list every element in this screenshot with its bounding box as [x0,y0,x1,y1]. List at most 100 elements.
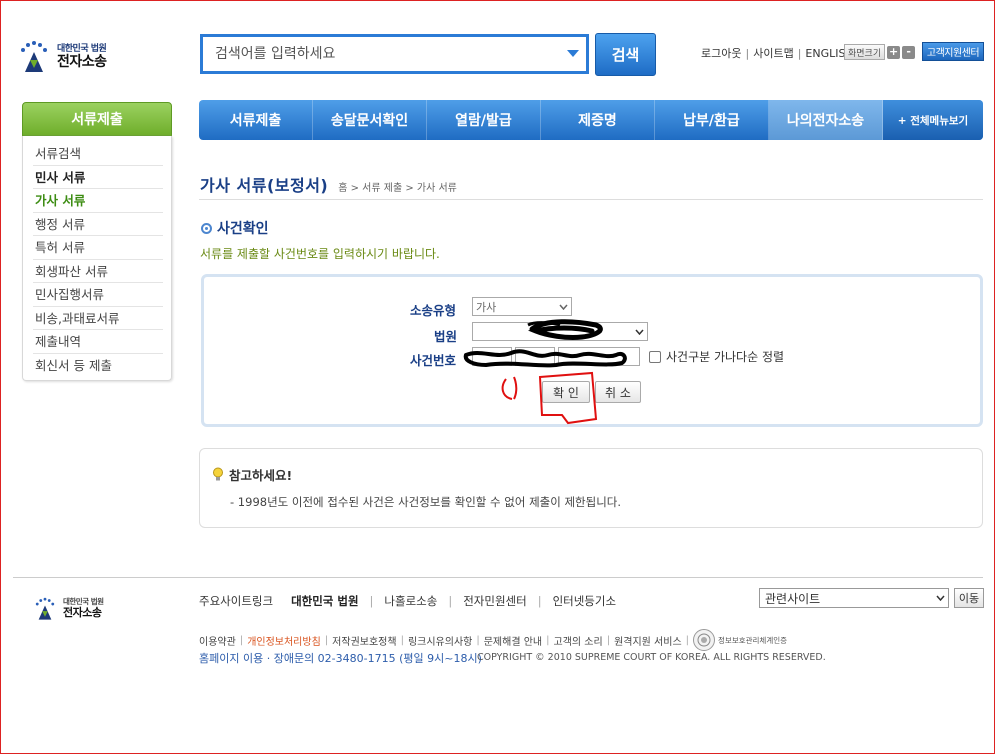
sidebar-item-submission-history[interactable]: 제출내역 [33,330,163,354]
sidebar-menu: 서류검색 민사 서류 가사 서류 행정 서류 특허 서류 회생파산 서류 민사집… [22,136,172,381]
confirm-button[interactable]: 확 인 [542,381,590,403]
sort-checkbox-label: 사건구분 가나다순 정렬 [666,350,785,364]
certification-text: 정보보호관리체계인증 [718,635,788,645]
instruction-text: 서류를 제출할 사건번호를 입력하시기 바랍니다. [200,247,440,261]
main-navigation: 서류제출 송달문서확인 열람/발급 제증명 납부/환급 나의전자소송 + 전체메… [199,100,983,140]
search-input[interactable] [203,37,560,71]
sidebar-item-civil-execution[interactable]: 민사집행서류 [33,283,163,307]
title-divider [199,199,983,200]
chevron-down-icon [932,595,948,601]
chevron-down-icon[interactable] [560,50,586,58]
court-label: 법원 [434,329,458,344]
chevron-down-icon [631,323,647,340]
policy-remote-support[interactable]: 원격지원 서비스 [614,633,682,648]
font-decrease-button[interactable]: - [902,45,916,59]
contact-info: 홈페이지 이용 · 장애문의 02-3480-1715 (평일 9시~18시) [199,652,482,665]
footer-link-self-litigation[interactable]: 나홀로소송 [384,593,437,609]
nav-all-menu[interactable]: + 전체메뉴보기 [883,100,983,140]
footer-link-registry[interactable]: 인터넷등기소 [553,593,616,609]
divider: | [606,634,611,646]
lightbulb-icon [212,467,224,482]
section-title: 사건확인 [217,221,269,237]
divider: | [324,634,329,646]
notice-header: 참고하세요! [212,465,292,484]
policy-links: 이용약관 | 개인정보처리방침 | 저작권보호정책 | 링크시유의사항 | 문제… [199,629,787,651]
sidebar-item-family[interactable]: 가사 서류 [33,189,163,213]
customer-center-button[interactable]: 고객지원센터 [922,42,984,61]
policy-privacy[interactable]: 개인정보처리방침 [247,633,321,648]
page-title: 가사 서류(보정서) [200,176,329,195]
certification-seal-icon [693,629,716,651]
logout-link[interactable]: 로그아웃 [701,45,741,61]
divider: | [400,634,404,646]
sort-checkbox-row[interactable]: 사건구분 가나다순 정렬 [649,348,784,365]
divider: | [685,634,690,646]
sort-checkbox[interactable] [649,350,661,363]
related-site-value: 관련사이트 [765,591,821,606]
nav-delivery-check[interactable]: 송달문서확인 [313,100,427,140]
policy-troubleshoot[interactable]: 문제해결 안내 [484,633,542,648]
font-size-control: 화면크기 + - [844,43,916,61]
cancel-button[interactable]: 취 소 [595,381,641,403]
case-code-input[interactable] [515,347,555,366]
nav-document-submit[interactable]: 서류제출 [199,100,313,140]
case-serial-input[interactable] [558,347,640,366]
copyright: COPYRIGHT © 2010 SUPREME COURT OF KOREA.… [477,652,826,663]
policy-link-notice[interactable]: 링크시유의사항 [408,633,472,648]
sidebar-item-document-search[interactable]: 서류검색 [33,142,163,166]
divider: | [797,46,802,60]
go-button[interactable]: 이동 [954,588,984,608]
divider: | [369,594,374,608]
notice-title: 참고하세요! [229,468,293,483]
bullet-icon [201,222,212,234]
divider: | [745,46,750,60]
case-type-value: 가사 [476,300,497,314]
notice-box: 참고하세요! - 1998년도 이전에 접수된 사건은 사건정보를 확인할 수 … [199,448,983,528]
nav-view-issue[interactable]: 열람/발급 [427,100,541,140]
case-type-label: 소송유형 [410,303,457,318]
footer-logo-title: 전자소송 [63,605,102,619]
font-increase-button[interactable]: + [887,45,901,59]
footer-link-court[interactable]: 대한민국 법원 [291,593,358,609]
page-header: 가사 서류(보정서) 홈 > 서류 제출 > 가사 서류 [200,172,457,196]
footer-link-civil-center[interactable]: 전자민원센터 [463,593,526,609]
sidebar-item-civil[interactable]: 민사 서류 [33,166,163,189]
policy-feedback[interactable]: 고객의 소리 [554,633,603,648]
search-box [200,34,589,74]
case-year-input[interactable] [472,347,512,366]
breadcrumb: 홈 > 서류 제출 > 가사 서류 [338,183,457,194]
policy-terms[interactable]: 이용약관 [199,633,236,648]
sidebar-item-bankruptcy[interactable]: 회생파산 서류 [33,260,163,283]
sitemap-link[interactable]: 사이트맵 [753,45,793,61]
court-select[interactable] [472,322,648,341]
divider: | [476,634,480,646]
case-type-select[interactable]: 가사 [472,297,572,316]
policy-copyright[interactable]: 저작권보호정책 [332,633,396,648]
logo-subtitle: 대한민국 법원 [57,43,107,54]
nav-my-litigation[interactable]: 나의전자소송 [769,100,883,140]
divider: | [448,594,453,608]
court-emblem-icon [33,597,57,621]
utility-links: 로그아웃 | 사이트맵 | ENGLISH [701,45,854,61]
nav-payment-refund[interactable]: 납부/환급 [655,100,769,140]
sidebar-item-patent[interactable]: 특허 서류 [33,236,163,260]
section-header: 사건확인 [201,218,269,238]
related-site-select[interactable]: 관련사이트 [759,588,949,608]
divider: | [537,594,542,608]
sidebar-item-reply-submit[interactable]: 회신서 등 제출 [33,354,163,378]
site-logo[interactable]: 대한민국 법원 전자소송 [17,37,127,77]
footer-site-links: 주요사이트링크 대한민국 법원 | 나홀로소송 | 전자민원센터 | 인터넷등기… [199,593,616,609]
notice-text: - 1998년도 이전에 접수된 사건은 사건정보를 확인할 수 없어 제출이 … [230,495,622,509]
logo-title: 전자소송 [57,54,107,71]
chevron-down-icon [555,298,571,315]
nav-certificates[interactable]: 제증명 [541,100,655,140]
footer-links-label: 주요사이트링크 [199,594,274,608]
sidebar-item-administrative[interactable]: 행정 서류 [33,213,163,236]
case-number-label: 사건번호 [410,353,457,368]
footer-logo: 대한민국 법원 전자소송 [33,597,104,621]
font-size-label: 화면크기 [844,44,886,60]
divider: | [239,634,244,646]
footer-divider [13,577,983,578]
sidebar-item-non-contentious[interactable]: 비송,과태료서류 [33,307,163,330]
search-button[interactable]: 검색 [595,33,656,76]
